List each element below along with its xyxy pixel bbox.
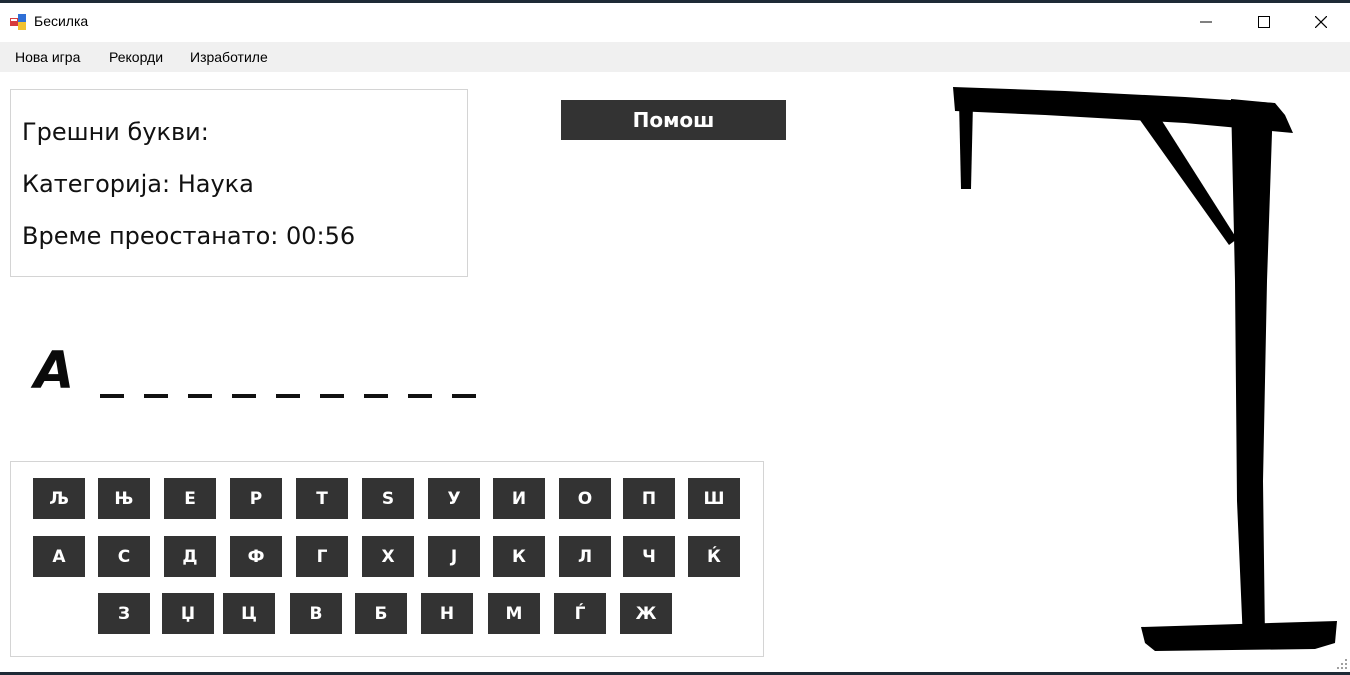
letter-key[interactable]: Ѓ (554, 593, 606, 634)
letter-blank (452, 394, 476, 398)
menu-bar: Нова игра Рекорди Изработиле (0, 42, 1350, 72)
close-button[interactable] (1292, 3, 1350, 41)
resize-grip-icon[interactable] (1336, 658, 1348, 670)
letter-key[interactable]: И (493, 478, 545, 519)
letter-blank (100, 394, 124, 398)
letter-key[interactable]: Ш (688, 478, 740, 519)
letter-key[interactable]: Ф (230, 536, 282, 577)
letter-key[interactable]: З (98, 593, 150, 634)
time-remaining-label: Време преостанато: 00:56 (22, 222, 356, 250)
letter-key[interactable]: В (290, 593, 342, 634)
menu-authors[interactable]: Изработиле (190, 49, 268, 65)
letter-key[interactable]: Е (164, 478, 216, 519)
menu-records[interactable]: Рекорди (109, 49, 163, 65)
maximize-button[interactable] (1235, 3, 1293, 41)
letter-blank (276, 394, 300, 398)
letter-blank (188, 394, 212, 398)
letter-key[interactable]: S (362, 478, 414, 519)
letter-key[interactable]: Љ (33, 478, 85, 519)
menu-new-game[interactable]: Нова игра (15, 49, 80, 65)
letter-key[interactable]: Р (230, 478, 282, 519)
winforms-app-icon (10, 14, 26, 30)
revealed-letter: А (34, 341, 75, 401)
word-display: А (30, 339, 490, 409)
info-panel: Грешни букви: Категорија: Наука Време пр… (10, 89, 468, 277)
wrong-letters-label: Грешни букви: (22, 118, 209, 146)
letter-key[interactable]: Г (296, 536, 348, 577)
letter-keyboard: Љ Њ Е Р Т S У И О П Ш А С Д Ф Г Х Ј К Л … (10, 461, 764, 657)
letter-key[interactable]: Д (164, 536, 216, 577)
letter-blank (320, 394, 344, 398)
letter-key[interactable]: С (98, 536, 150, 577)
letter-key[interactable]: Ж (620, 593, 672, 634)
letter-blank (364, 394, 388, 398)
help-button[interactable]: Помош (561, 100, 786, 140)
app-window: Бесилка Нова игра Рекорди Изработиле Гре… (0, 3, 1350, 672)
letter-key[interactable]: Л (559, 536, 611, 577)
letter-key[interactable]: М (488, 593, 540, 634)
letter-key[interactable]: Ќ (688, 536, 740, 577)
category-label: Категорија: Наука (22, 170, 254, 198)
letter-key[interactable]: У (428, 478, 480, 519)
letter-blank (144, 394, 168, 398)
minimize-button[interactable] (1177, 3, 1235, 41)
letter-key[interactable]: А (33, 536, 85, 577)
gallows-drawing (953, 87, 1337, 651)
letter-key[interactable]: Б (355, 593, 407, 634)
letter-key[interactable]: Ј (428, 536, 480, 577)
close-icon (1315, 16, 1327, 28)
maximize-icon (1258, 16, 1270, 28)
letter-key[interactable]: Н (421, 593, 473, 634)
letter-key[interactable]: П (623, 478, 675, 519)
letter-key[interactable]: Ц (223, 593, 275, 634)
window-title: Бесилка (34, 13, 89, 29)
letter-key[interactable]: К (493, 536, 545, 577)
letter-key[interactable]: Њ (98, 478, 150, 519)
letter-key[interactable]: Ч (623, 536, 675, 577)
letter-blank (232, 394, 256, 398)
title-bar[interactable]: Бесилка (0, 3, 1350, 41)
letter-key[interactable]: О (559, 478, 611, 519)
letter-key[interactable]: Т (296, 478, 348, 519)
minimize-icon (1200, 21, 1212, 23)
letter-key[interactable]: Џ (162, 593, 214, 634)
letter-key[interactable]: Х (362, 536, 414, 577)
letter-blank (408, 394, 432, 398)
